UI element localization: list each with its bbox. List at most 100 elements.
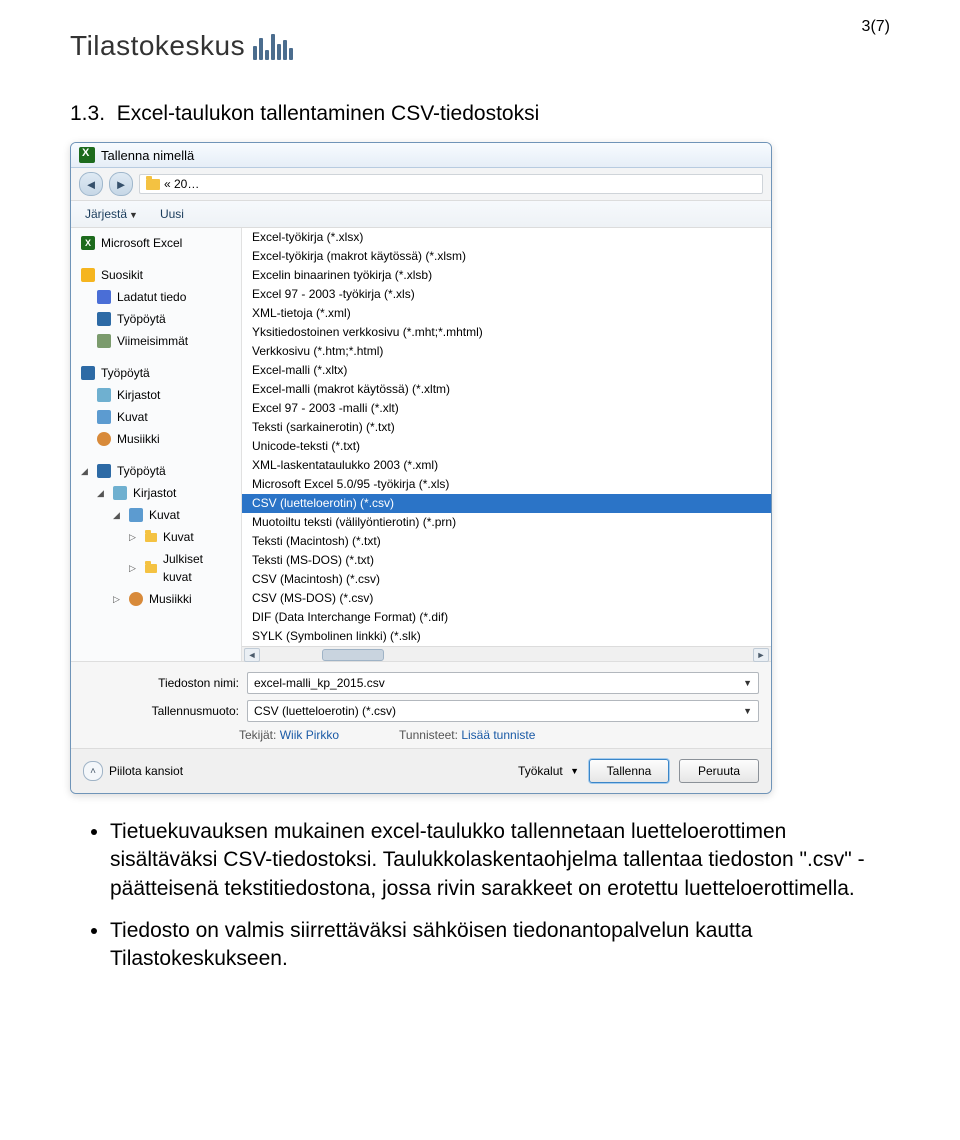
library-icon bbox=[113, 486, 127, 500]
tree-arrow-icon[interactable]: ◢ bbox=[97, 484, 107, 502]
horizontal-scrollbar[interactable]: ◄ ► bbox=[242, 646, 771, 661]
list-item[interactable]: CSV (MS-DOS) (*.csv) bbox=[242, 589, 771, 608]
logo-icon bbox=[253, 32, 293, 60]
library-icon bbox=[97, 388, 111, 402]
list-item[interactable]: Yksitiedostoinen verkkosivu (*.mht;*.mht… bbox=[242, 323, 771, 342]
sidebar-item-music[interactable]: Musiikki bbox=[71, 428, 241, 450]
dialog-fields: Tiedoston nimi: excel-malli_kp_2015.csv▼… bbox=[71, 661, 771, 748]
folder-icon bbox=[146, 179, 160, 190]
list-item[interactable]: Excelin binaarinen työkirja (*.xlsb) bbox=[242, 266, 771, 285]
list-item: Tietuekuvauksen mukainen excel-taulukko … bbox=[110, 818, 890, 903]
dialog-titlebar: Tallenna nimellä bbox=[71, 143, 771, 168]
save-as-dialog: Tallenna nimellä ◄ ► « 20… Järjestä▼ Uus… bbox=[70, 142, 772, 794]
sidebar-item-excel[interactable]: XMicrosoft Excel bbox=[71, 232, 241, 254]
page-number: 3(7) bbox=[862, 18, 890, 36]
section-title: 1.3. Excel-taulukon tallentaminen CSV-ti… bbox=[70, 102, 890, 126]
tree-arrow-icon[interactable]: ◢ bbox=[81, 462, 91, 480]
desktop-icon bbox=[81, 366, 95, 380]
tree-pictures-sub[interactable]: ▷Kuvat bbox=[71, 526, 241, 548]
dialog-footer: ˄ Piilota kansiot Työkalut ▼ Tallenna Pe… bbox=[71, 748, 771, 793]
dialog-navbar: ◄ ► « 20… bbox=[71, 168, 771, 201]
nav-back-icon[interactable]: ◄ bbox=[79, 172, 103, 196]
list-item[interactable]: Teksti (MS-DOS) (*.txt) bbox=[242, 551, 771, 570]
sidebar-item-downloads[interactable]: Ladatut tiedo bbox=[71, 286, 241, 308]
list-item[interactable]: Teksti (sarkainerotin) (*.txt) bbox=[242, 418, 771, 437]
filetype-label: Tallennusmuoto: bbox=[131, 704, 247, 718]
list-item[interactable]: Excel 97 - 2003 -työkirja (*.xls) bbox=[242, 285, 771, 304]
music-icon bbox=[129, 592, 143, 606]
desktop-icon bbox=[97, 312, 111, 326]
tree-desktop[interactable]: ◢Työpöytä bbox=[71, 460, 241, 482]
sidebar-item-desktop2[interactable]: Työpöytä bbox=[71, 362, 241, 384]
logo-text: Tilastokeskus bbox=[70, 30, 245, 62]
tree-public-pictures[interactable]: ▷Julkiset kuvat bbox=[71, 548, 241, 588]
list-item[interactable]: Excel-malli (makrot käytössä) (*.xltm) bbox=[242, 380, 771, 399]
cancel-button[interactable]: Peruuta bbox=[679, 759, 759, 783]
organize-button[interactable]: Järjestä▼ bbox=[79, 205, 144, 223]
author-value[interactable]: Wiik Pirkko bbox=[280, 728, 339, 742]
scroll-left-icon[interactable]: ◄ bbox=[244, 648, 260, 662]
recent-icon bbox=[97, 334, 111, 348]
list-item[interactable]: Excel-työkirja (*.xlsx) bbox=[242, 228, 771, 247]
filename-label: Tiedoston nimi: bbox=[131, 676, 247, 690]
excel-app-icon bbox=[79, 147, 95, 163]
new-folder-button[interactable]: Uusi bbox=[154, 205, 190, 223]
list-item[interactable]: XML-laskentataulukko 2003 (*.xml) bbox=[242, 456, 771, 475]
scroll-right-icon[interactable]: ► bbox=[753, 648, 769, 662]
tree-music[interactable]: ▷Musiikki bbox=[71, 588, 241, 610]
downloads-icon bbox=[97, 290, 111, 304]
tree-arrow-icon[interactable]: ◢ bbox=[113, 506, 123, 524]
chevron-down-icon[interactable]: ▼ bbox=[743, 706, 752, 716]
list-item[interactable]: CSV (Macintosh) (*.csv) bbox=[242, 570, 771, 589]
list-item[interactable]: Unicode-teksti (*.txt) bbox=[242, 437, 771, 456]
list-item[interactable]: Verkkosivu (*.htm;*.html) bbox=[242, 342, 771, 361]
list-item: Tiedosto on valmis siirrettäväksi sähköi… bbox=[110, 917, 890, 974]
list-item[interactable]: XML-tietoja (*.xml) bbox=[242, 304, 771, 323]
dialog-title: Tallenna nimellä bbox=[101, 148, 194, 163]
author-label: Tekijät: bbox=[239, 728, 276, 742]
sidebar-item-recent[interactable]: Viimeisimmät bbox=[71, 330, 241, 352]
chevron-up-icon[interactable]: ˄ bbox=[83, 761, 103, 781]
chevron-down-icon[interactable]: ▼ bbox=[743, 678, 752, 688]
tree-pictures[interactable]: ◢Kuvat bbox=[71, 504, 241, 526]
sidebar: XMicrosoft Excel Suosikit Ladatut tiedo … bbox=[71, 228, 242, 661]
breadcrumb[interactable]: « 20… bbox=[139, 174, 763, 194]
tree-arrow-icon[interactable]: ▷ bbox=[129, 559, 139, 577]
list-item[interactable]: Microsoft Excel 5.0/95 -työkirja (*.xls) bbox=[242, 475, 771, 494]
logo-header: Tilastokeskus bbox=[70, 30, 890, 62]
tree-arrow-icon[interactable]: ▷ bbox=[129, 528, 139, 546]
tags-label: Tunnisteet: bbox=[399, 728, 458, 742]
list-item[interactable]: Excel 97 - 2003 -malli (*.xlt) bbox=[242, 399, 771, 418]
save-button[interactable]: Tallenna bbox=[589, 759, 669, 783]
sidebar-item-pictures[interactable]: Kuvat bbox=[71, 406, 241, 428]
tree-libraries[interactable]: ◢Kirjastot bbox=[71, 482, 241, 504]
tools-menu[interactable]: Työkalut ▼ bbox=[518, 764, 579, 778]
pictures-icon bbox=[97, 410, 111, 424]
list-item[interactable]: Muotoiltu teksti (välilyöntierotin) (*.p… bbox=[242, 513, 771, 532]
tags-value[interactable]: Lisää tunniste bbox=[461, 728, 535, 742]
list-item[interactable]: DIF (Data Interchange Format) (*.dif) bbox=[242, 608, 771, 627]
file-type-dropdown-list[interactable]: Excel-työkirja (*.xlsx) Excel-työkirja (… bbox=[242, 228, 771, 661]
folder-icon bbox=[145, 533, 157, 542]
nav-fwd-icon[interactable]: ► bbox=[109, 172, 133, 196]
scroll-thumb[interactable] bbox=[322, 649, 384, 661]
sidebar-item-libraries[interactable]: Kirjastot bbox=[71, 384, 241, 406]
folder-icon bbox=[145, 564, 157, 573]
list-item[interactable]: SYLK (Symbolinen linkki) (*.slk) bbox=[242, 627, 771, 646]
list-item[interactable]: Teksti (Macintosh) (*.txt) bbox=[242, 532, 771, 551]
desktop-icon bbox=[97, 464, 111, 478]
music-icon bbox=[97, 432, 111, 446]
list-item[interactable]: Excel-malli (*.xltx) bbox=[242, 361, 771, 380]
excel-icon: X bbox=[81, 236, 95, 250]
list-item-selected[interactable]: CSV (luetteloerotin) (*.csv) bbox=[242, 494, 771, 513]
tree-arrow-icon[interactable]: ▷ bbox=[113, 590, 123, 608]
chevron-down-icon: ▼ bbox=[570, 766, 579, 776]
star-icon bbox=[81, 268, 95, 282]
sidebar-item-desktop[interactable]: Työpöytä bbox=[71, 308, 241, 330]
sidebar-item-favorites[interactable]: Suosikit bbox=[71, 264, 241, 286]
filename-input[interactable]: excel-malli_kp_2015.csv▼ bbox=[247, 672, 759, 694]
list-item[interactable]: Excel-työkirja (makrot käytössä) (*.xlsm… bbox=[242, 247, 771, 266]
hide-folders-link[interactable]: Piilota kansiot bbox=[109, 764, 183, 778]
filetype-select[interactable]: CSV (luetteloerotin) (*.csv)▼ bbox=[247, 700, 759, 722]
instructions-list: Tietuekuvauksen mukainen excel-taulukko … bbox=[70, 818, 890, 974]
